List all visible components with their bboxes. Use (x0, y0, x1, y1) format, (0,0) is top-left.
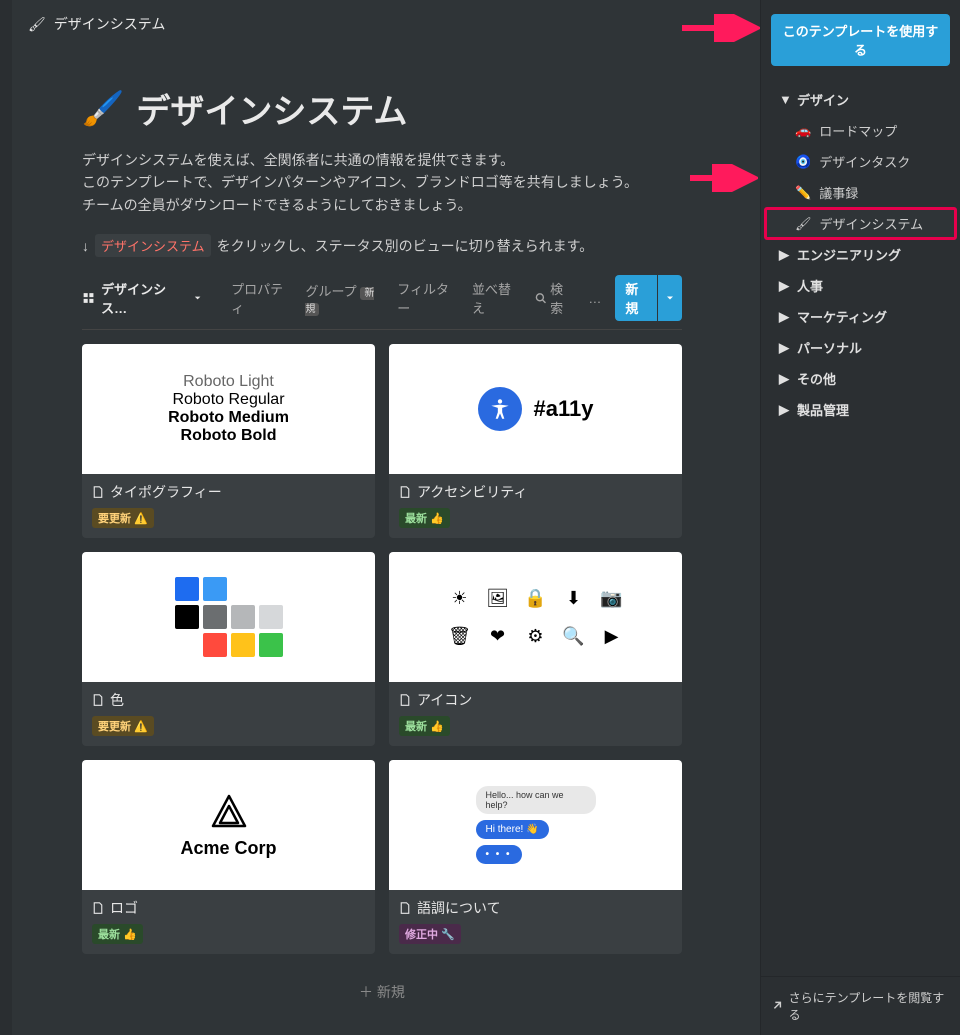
main-panel: 🖌 デザインシステム 🖌️ デザインシステム デザインシステムを使えば、全関係者… (12, 0, 752, 1035)
board-view-icon (82, 291, 95, 305)
new-button[interactable]: 新規 (615, 275, 657, 321)
page-title-text: デザインシステム (136, 84, 407, 133)
page-icon (92, 694, 104, 706)
page-body: 🖌️ デザインシステム デザインシステムを使えば、全関係者に共通の情報を提供でき… (12, 44, 752, 1035)
caret-right-icon: ▶ (779, 402, 789, 418)
hint-suffix: をクリックし、ステータス別のビューに切り替えられます。 (217, 236, 594, 256)
desc-line-1: デザインシステムを使えば、全関係者に共通の情報を提供できます。 (82, 149, 682, 171)
tree-group[interactable]: ▶パーソナル (765, 332, 956, 363)
chevron-down-icon (192, 292, 203, 304)
tree-group[interactable]: ▶製品管理 (765, 394, 956, 425)
caret-down-icon: ▼ (779, 92, 789, 107)
card-preview (82, 552, 375, 682)
tree-item[interactable]: 🚗ロードマップ (765, 115, 956, 146)
gallery-card[interactable]: Hello... how can we help?Hi there! 👋• • … (389, 760, 682, 954)
hint-line: ↓ デザインシステム をクリックし、ステータス別のビューに切り替えられます。 (82, 234, 682, 257)
tree-item[interactable]: 🧿デザインタスク (765, 146, 956, 177)
left-edge-strip (0, 0, 12, 1035)
tree-group[interactable]: ▼デザイン (765, 84, 956, 115)
filter-button[interactable]: フィルター (397, 279, 458, 317)
status-tag: 要更新 ⚠️ (92, 508, 154, 528)
property-button[interactable]: プロパティ (231, 279, 291, 317)
page-icon (92, 902, 104, 914)
card-title: 色 (92, 690, 365, 710)
card-title: ロゴ (92, 898, 365, 918)
use-template-button[interactable]: このテンプレートを使用する (771, 14, 950, 66)
card-title: タイポグラフィー (92, 482, 365, 502)
desc-line-3: チームの全員がダウンロードできるようにしておきましょう。 (82, 194, 682, 216)
caret-right-icon: ▶ (779, 247, 789, 263)
gallery-card[interactable]: #a11y アクセシビリティ最新 👍 (389, 344, 682, 538)
caret-right-icon: ▶ (779, 309, 789, 325)
tree-item-icon: 🚗 (795, 123, 811, 139)
card-preview: ☀🖼🔒⬇📷🗑❤⚙🔍▶ (389, 552, 682, 682)
database-toolbar: デザインシス… プロパティ グループ 新規 フィルター 並べ替え 検索 … 新規 (82, 275, 682, 330)
status-tag: 最新 👍 (399, 508, 450, 528)
gallery-card[interactable]: Acme Corp ロゴ最新 👍 (82, 760, 375, 954)
new-button-chevron[interactable] (658, 275, 682, 321)
breadcrumb-title: デザインシステム (54, 14, 166, 34)
gallery-card[interactable]: Roboto LightRoboto RegularRoboto MediumR… (82, 344, 375, 538)
new-card-button[interactable]: ＋ 新規 (82, 968, 682, 1016)
tree-group[interactable]: ▶人事 (765, 270, 956, 301)
hint-link[interactable]: デザインシステム (95, 234, 211, 257)
template-tree: ▼デザイン🚗ロードマップ🧿デザインタスク✏️議事録🖌デザインシステム▶エンジニア… (761, 84, 960, 976)
card-title: 語調について (399, 898, 672, 918)
tree-item[interactable]: 🖌デザインシステム (765, 208, 956, 239)
gallery-grid: Roboto LightRoboto RegularRoboto MediumR… (82, 344, 682, 1016)
view-switcher[interactable]: デザインシス… (82, 279, 203, 317)
page-title: 🖌️ デザインシステム (82, 84, 682, 133)
browse-more-link[interactable]: さらにテンプレートを閲覧する (761, 976, 960, 1035)
page-icon (399, 694, 411, 706)
tree-item-icon: 🖌 (795, 216, 812, 232)
hint-arrow-icon: ↓ (82, 238, 89, 254)
tree-item-icon: ✏️ (795, 185, 811, 201)
card-preview: Acme Corp (82, 760, 375, 890)
tree-group[interactable]: ▶その他 (765, 363, 956, 394)
group-button[interactable]: グループ 新規 (305, 281, 383, 315)
page-icon (399, 902, 411, 914)
status-tag: 要更新 ⚠️ (92, 716, 154, 736)
search-icon (535, 292, 546, 304)
caret-right-icon: ▶ (779, 371, 789, 387)
gallery-card[interactable]: 色要更新 ⚠️ (82, 552, 375, 746)
more-button[interactable]: … (588, 291, 601, 306)
card-title: アイコン (399, 690, 672, 710)
tree-group[interactable]: ▶マーケティング (765, 301, 956, 332)
gallery-card[interactable]: ☀🖼🔒⬇📷🗑❤⚙🔍▶ アイコン最新 👍 (389, 552, 682, 746)
tree-item[interactable]: ✏️議事録 (765, 177, 956, 208)
caret-right-icon: ▶ (779, 278, 789, 294)
card-preview: Hello... how can we help?Hi there! 👋• • … (389, 760, 682, 890)
sort-button[interactable]: 並べ替え (472, 279, 521, 317)
tree-group[interactable]: ▶エンジニアリング (765, 239, 956, 270)
chevron-down-icon (664, 292, 676, 304)
page-icon (399, 486, 411, 498)
status-tag: 修正中 🔧 (399, 924, 461, 944)
page-title-icon: 🖌️ (82, 89, 124, 129)
external-link-icon (771, 1000, 783, 1012)
caret-right-icon: ▶ (779, 340, 789, 356)
search-button[interactable]: 検索 (535, 279, 574, 317)
page-icon (92, 486, 104, 498)
sidebar: このテンプレートを使用する ▼デザイン🚗ロードマップ🧿デザインタスク✏️議事録🖌… (760, 0, 960, 1035)
desc-line-2: このテンプレートで、デザインパターンやアイコン、ブランドロゴ等を共有しましょう。 (82, 171, 682, 193)
status-tag: 最新 👍 (399, 716, 450, 736)
view-label: デザインシス… (101, 279, 186, 317)
card-preview: #a11y (389, 344, 682, 474)
card-title: アクセシビリティ (399, 482, 672, 502)
breadcrumb-icon: 🖌 (28, 16, 46, 33)
breadcrumb[interactable]: 🖌 デザインシステム (12, 0, 752, 44)
page-description: デザインシステムを使えば、全関係者に共通の情報を提供できます。 このテンプレート… (82, 149, 682, 216)
card-preview: Roboto LightRoboto RegularRoboto MediumR… (82, 344, 375, 474)
tree-item-icon: 🧿 (795, 154, 811, 170)
status-tag: 最新 👍 (92, 924, 143, 944)
